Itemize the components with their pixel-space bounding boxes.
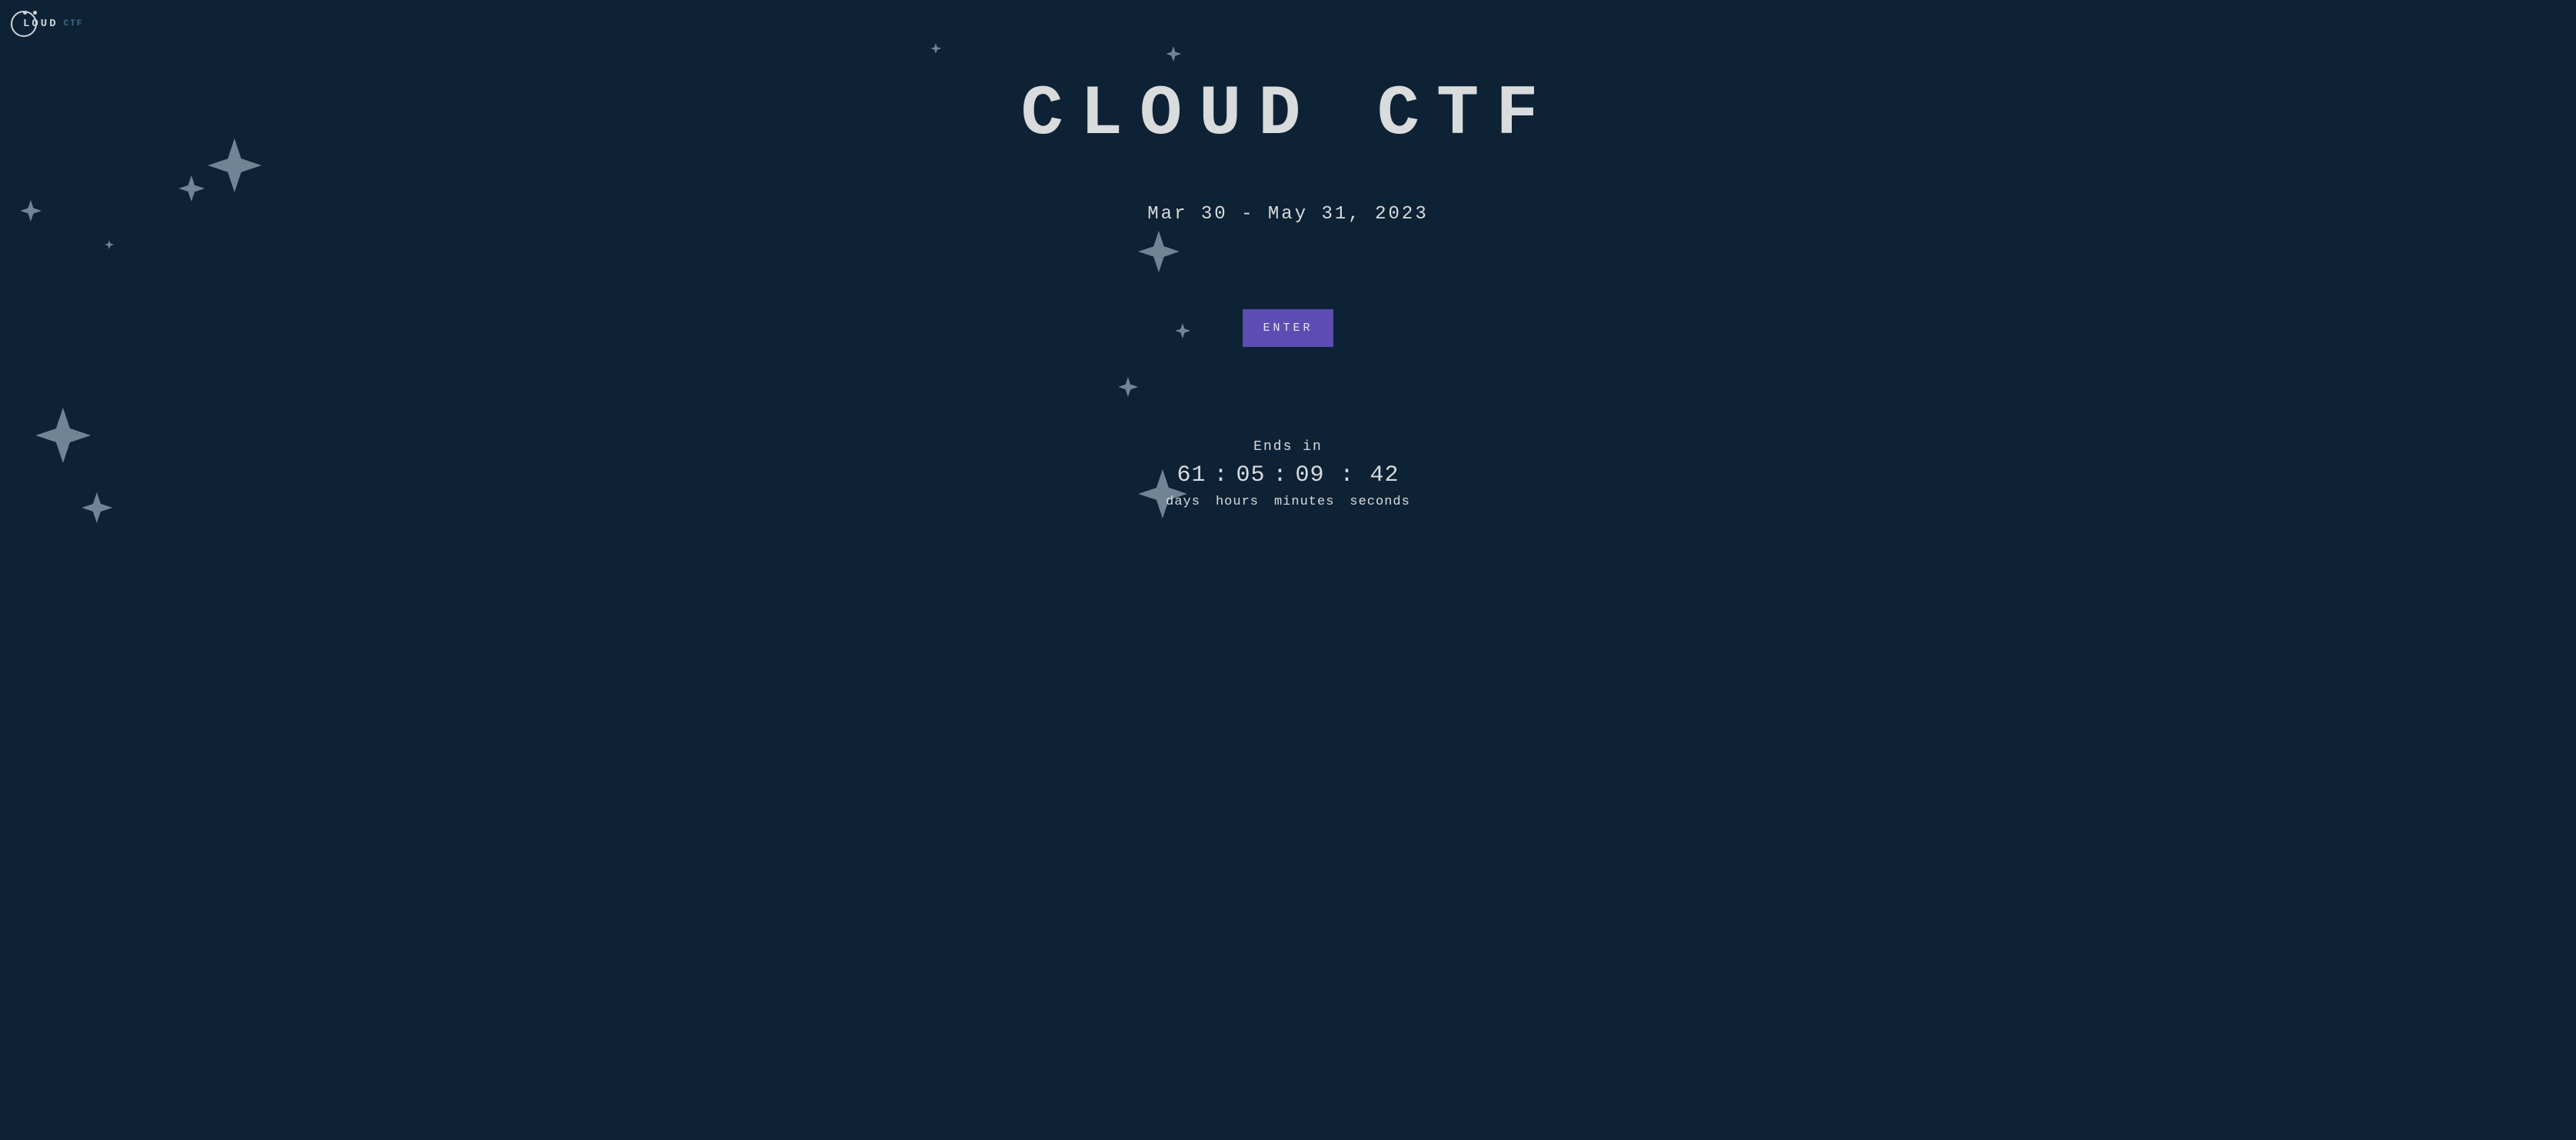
enter-button[interactable]: ENTER — [1243, 309, 1333, 347]
countdown-sep: : — [1210, 462, 1231, 488]
page-title: CLOUD CTF — [1021, 74, 1556, 155]
countdown-hours-label: hours — [1216, 495, 1259, 509]
countdown-hours: 05 — [1236, 462, 1265, 488]
countdown-minutes-label: minutes — [1274, 495, 1334, 509]
countdown-sep: : — [1270, 462, 1290, 488]
countdown-unit-labels: days hours minutes seconds — [1166, 495, 1410, 509]
countdown-seconds: 42 — [1370, 462, 1399, 488]
countdown: Ends in 61: 05: 09: 42 days hours minute… — [1166, 439, 1410, 509]
countdown-seconds-label: seconds — [1350, 495, 1409, 509]
countdown-label: Ends in — [1253, 439, 1323, 455]
countdown-sep: : — [1330, 462, 1366, 488]
hero: CLOUD CTF Mar 30 - May 31, 2023 ENTER En… — [0, 0, 2576, 509]
countdown-days-label: days — [1166, 495, 1200, 509]
event-date-range: Mar 30 - May 31, 2023 — [1147, 204, 1428, 225]
countdown-digits: 61: 05: 09: 42 — [1177, 462, 1399, 488]
countdown-minutes: 09 — [1296, 462, 1325, 488]
countdown-days: 61 — [1177, 462, 1206, 488]
